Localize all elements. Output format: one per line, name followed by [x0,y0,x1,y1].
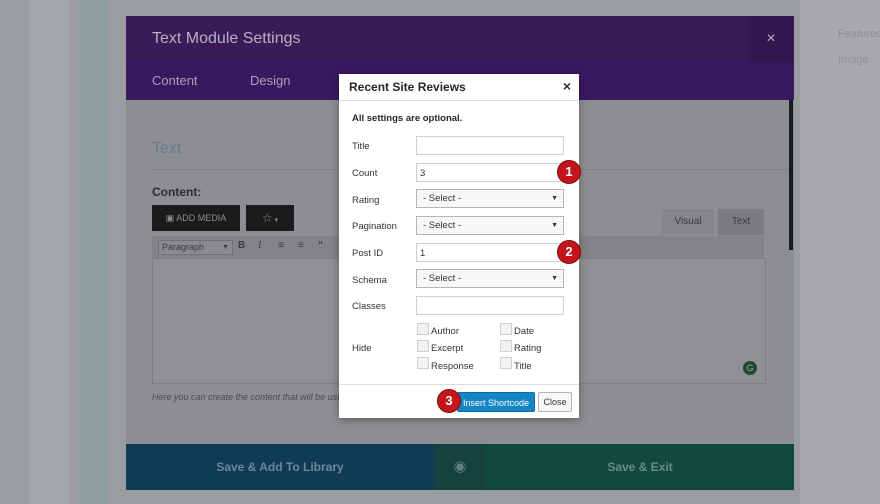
editor-tab-visual[interactable]: Visual [662,209,714,235]
content-label: Content: [152,185,202,199]
background-strip [78,0,108,504]
modal-scrollbar[interactable] [789,100,793,250]
dialog-header: Recent Site Reviews × [339,74,579,101]
hide-rating-label: Rating [514,343,542,354]
section-title: Text [152,140,182,157]
format-select[interactable]: Paragraph ▼ [158,240,233,255]
title-label: Title [352,141,370,152]
optional-note: All settings are optional. [352,113,463,124]
hide-excerpt-checkbox[interactable] [417,340,429,352]
shortcode-button[interactable]: ☆ ▾ [246,205,294,231]
background-column [30,0,70,504]
schema-select-value: - Select - [423,273,462,284]
save-exit-button[interactable]: Save & Exit [486,444,794,490]
classes-input[interactable] [416,296,564,315]
hide-label: Hide [352,343,372,354]
help-text: Here you can create the content that wil… [152,392,348,402]
format-select-value: Paragraph [162,242,205,252]
hide-rating-checkbox[interactable] [500,340,512,352]
preview-button[interactable]: ◉ [434,444,486,490]
bold-icon[interactable]: B [238,240,245,251]
background-side-text-1: Featured [838,28,880,40]
chevron-down-icon: ▼ [551,195,558,202]
chevron-down-icon: ▾ [272,217,279,224]
save-add-to-library-button[interactable]: Save & Add To Library [126,444,434,490]
star-icon: ☆ [261,211,273,225]
hide-excerpt-label: Excerpt [431,343,464,354]
numbered-list-icon[interactable]: ≡ [298,240,304,251]
hide-title-label: Title [514,361,532,372]
chevron-down-icon: ▼ [551,222,558,229]
step-marker-1: 1 [557,160,581,184]
hide-response-label: Response [431,361,474,372]
rating-select[interactable]: - Select - ▼ [416,189,564,208]
pagination-select[interactable]: - Select - ▼ [416,216,564,235]
count-label: Count [352,168,378,179]
title-input[interactable] [416,136,564,155]
add-media-label: ADD MEDIA [176,213,227,223]
dialog-close-icon[interactable]: × [563,78,571,94]
rating-label: Rating [352,195,380,206]
step-marker-2: 2 [557,240,581,264]
close-button[interactable]: Close [538,392,572,412]
hide-author-label: Author [431,326,459,337]
italic-icon[interactable]: I [258,240,261,251]
post-id-label: Post ID [352,248,384,259]
modal-close-icon[interactable]: × [748,16,794,62]
hide-author-checkbox[interactable] [417,323,429,335]
background-side-panel [800,0,880,504]
hide-title-checkbox[interactable] [500,357,512,369]
post-id-input[interactable]: 1 [416,243,564,262]
modal-header: Text Module Settings × [126,16,794,62]
pagination-select-value: - Select - [423,220,462,231]
media-icon: ▣ [165,213,177,223]
chevron-down-icon: ▼ [551,275,558,282]
bullet-list-icon[interactable]: ≡ [278,240,284,251]
dialog-footer-divider [339,384,579,385]
blockquote-icon[interactable]: “ [318,240,323,251]
grammarly-icon[interactable]: G [743,361,757,375]
background-side-text-2: Image [838,54,869,66]
tab-content[interactable]: Content [152,73,198,88]
chevron-down-icon: ▼ [222,244,229,251]
schema-label: Schema [352,275,387,286]
dialog-title: Recent Site Reviews [349,80,466,94]
modal-title: Text Module Settings [152,30,301,47]
editor-tab-text[interactable]: Text [718,209,764,235]
hide-date-label: Date [514,326,535,337]
recent-site-reviews-dialog: Recent Site Reviews × All settings are o… [339,74,579,418]
insert-shortcode-button[interactable]: Insert Shortcode [457,392,535,412]
rating-select-value: - Select - [423,193,462,204]
eye-icon: ◉ [453,458,467,475]
hide-date-checkbox[interactable] [500,323,512,335]
count-input[interactable]: 3 [416,163,564,182]
tab-design[interactable]: Design [250,73,290,88]
add-media-button[interactable]: ▣ ADD MEDIA [152,205,240,231]
schema-select[interactable]: - Select - ▼ [416,269,564,288]
step-marker-3: 3 [437,389,461,413]
hide-response-checkbox[interactable] [417,357,429,369]
pagination-label: Pagination [352,221,397,232]
classes-label: Classes [352,301,386,312]
